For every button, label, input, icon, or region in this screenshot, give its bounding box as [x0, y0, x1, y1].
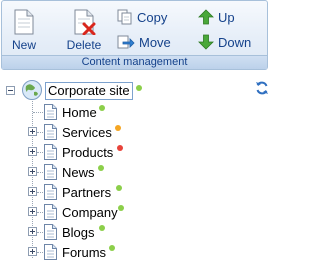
- tree-node-home[interactable]: Home: [62, 105, 97, 120]
- status-dot: [99, 225, 105, 231]
- globe-icon: [22, 80, 42, 100]
- content-tree: Corporate site Home Services Products Ne…: [0, 76, 271, 260]
- root-collapse-toggle[interactable]: [6, 86, 15, 95]
- tree-connector: [37, 232, 43, 233]
- expand-toggle-services[interactable]: [28, 127, 37, 136]
- ribbon-group-label: Content management: [2, 55, 267, 69]
- expand-toggle-products[interactable]: [28, 147, 37, 156]
- move-button[interactable]: Move: [117, 32, 171, 52]
- copy-icon: [117, 9, 132, 25]
- status-dot: [109, 245, 115, 251]
- up-button[interactable]: Up: [198, 7, 235, 27]
- new-button-label: New: [11, 38, 36, 52]
- tree-node-blogs[interactable]: Blogs: [62, 225, 95, 240]
- page-icon: [44, 104, 57, 120]
- expand-toggle-blogs[interactable]: [28, 227, 37, 236]
- tree-connector: [37, 252, 43, 253]
- tree-connector: [33, 112, 43, 113]
- content-management-ribbon: New Delete Copy Move Up Down Content man…: [1, 0, 268, 70]
- copy-button[interactable]: Copy: [117, 7, 167, 27]
- status-dot: [115, 125, 121, 131]
- tree-node-forums[interactable]: Forums: [62, 245, 106, 260]
- new-button[interactable]: New: [4, 5, 44, 55]
- status-dot: [118, 205, 124, 211]
- tree-node-company[interactable]: Company: [62, 205, 118, 220]
- page-icon: [44, 224, 57, 240]
- status-dot: [98, 165, 104, 171]
- page-icon: [44, 144, 57, 160]
- arrow-down-icon: [198, 34, 214, 50]
- expand-toggle-news[interactable]: [28, 167, 37, 176]
- move-icon: [117, 35, 135, 49]
- expand-toggle-forums[interactable]: [28, 247, 37, 256]
- move-button-label: Move: [139, 34, 171, 50]
- expand-toggle-partners[interactable]: [28, 187, 37, 196]
- tree-connector: [37, 152, 43, 153]
- tree-node-partners[interactable]: Partners: [62, 185, 111, 200]
- page-icon: [44, 184, 57, 200]
- delete-page-icon: [74, 9, 96, 35]
- tree-connector: [37, 132, 43, 133]
- copy-button-label: Copy: [137, 9, 168, 25]
- tree-connector: [37, 212, 43, 213]
- status-dot: [117, 145, 123, 151]
- page-icon: [44, 164, 57, 180]
- down-button-label: Down: [218, 34, 252, 50]
- down-button[interactable]: Down: [198, 32, 251, 52]
- page-icon: [44, 204, 57, 220]
- expand-toggle-company[interactable]: [28, 207, 37, 216]
- arrow-up-icon: [198, 9, 214, 25]
- up-button-label: Up: [218, 9, 235, 25]
- tree-node-news[interactable]: News: [62, 165, 95, 180]
- page-icon: [44, 244, 57, 260]
- tree-connector: [37, 172, 43, 173]
- page-icon: [44, 124, 57, 140]
- tree-node-services[interactable]: Services: [62, 125, 112, 140]
- delete-button-label: Delete: [66, 38, 102, 52]
- delete-button[interactable]: Delete: [64, 5, 104, 55]
- status-dot: [99, 105, 105, 111]
- status-dot: [116, 185, 122, 191]
- tree-connector: [37, 192, 43, 193]
- root-node-label[interactable]: Corporate site: [45, 82, 133, 100]
- refresh-icon[interactable]: [255, 81, 269, 95]
- tree-node-products[interactable]: Products: [62, 145, 113, 160]
- root-status-dot: [136, 85, 142, 91]
- new-page-icon: [14, 9, 34, 35]
